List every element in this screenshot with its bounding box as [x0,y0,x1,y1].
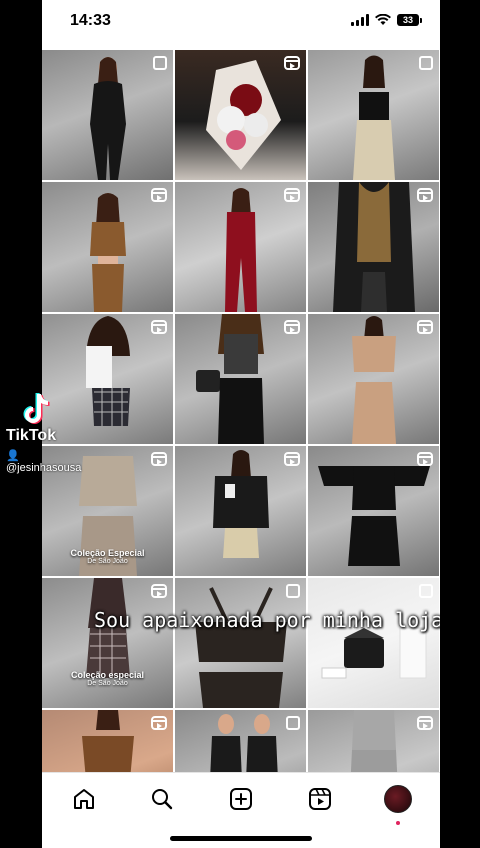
carousel-icon [153,56,167,70]
reel-icon [284,56,300,70]
carousel-icon [286,716,300,730]
search-icon [152,789,173,810]
grid-post-15[interactable] [308,578,439,708]
battery-level: 33 [397,14,419,26]
grid-post-3[interactable] [308,50,439,180]
post-photo [205,60,281,170]
tiktok-brand-text: TikTok [6,427,57,444]
reel-icon [417,320,433,334]
reel-icon [151,716,167,730]
home-icon [74,789,94,809]
caption-text: Sou apaixonada por minha loja [94,608,440,632]
post-photo [317,466,430,566]
grid-post-14[interactable] [175,578,306,708]
tiktok-logo-icon [23,393,50,424]
nav-profile[interactable] [384,785,412,825]
reels-icon [309,788,331,810]
grid-post-13[interactable]: Coleção especial De São João [42,578,173,708]
tiktok-username: 👤 @jesinhasousa [6,449,98,474]
reel-icon [417,452,433,466]
reel-icon [417,716,433,730]
grid-post-2[interactable] [175,50,306,180]
tiktok-watermark: TikTok 👤 @jesinhasousa [6,392,98,474]
status-bar: 14:33 33 [42,0,440,46]
carousel-icon [286,584,300,598]
post-photo [89,193,126,312]
promo-title: Coleção especial [70,670,145,680]
reel-icon [151,320,167,334]
instagram-profile-screen: 14:33 33 Coleção Especial De São João Co… [42,0,440,848]
nav-home[interactable] [70,785,98,813]
post-photo [224,188,257,312]
video-caption: Sou apaixonada por minha loja [94,608,440,632]
post-photo [195,314,264,444]
post-photo [332,182,415,312]
home-indicator [170,836,312,841]
grid-post-5[interactable] [175,182,306,312]
tiktok-username-text: @jesinhasousa [6,462,82,474]
promo-label: Coleção especial De São João [42,670,173,687]
grid-post-4[interactable] [42,182,173,312]
user-icon: 👤 [6,450,20,462]
post-photo [89,57,126,180]
grid-post-9[interactable] [308,314,439,444]
reel-icon [284,320,300,334]
nav-reels[interactable] [306,785,334,813]
reel-icon [284,188,300,202]
reel-icon [151,188,167,202]
battery-icon: 33 [397,14,422,26]
promo-label: Coleção Especial De São João [42,548,173,565]
notification-dot [396,821,400,825]
grid-post-1[interactable] [42,50,173,180]
reel-icon [284,452,300,466]
nav-search[interactable] [148,785,176,813]
carousel-icon [419,56,433,70]
grid-post-12[interactable] [308,446,439,576]
reel-icon [151,452,167,466]
promo-subtitle: De São João [87,680,128,687]
post-photo [85,578,130,678]
promo-title: Coleção Especial [70,548,145,558]
post-photo [194,587,287,708]
grid-post-11[interactable] [175,446,306,576]
reel-icon [417,188,433,202]
profile-post-grid: Coleção Especial De São João Coleção espe… [42,50,440,840]
status-time: 14:33 [70,12,111,29]
create-post-icon [230,788,252,810]
reel-icon [151,584,167,598]
wifi-icon [375,14,391,25]
grid-post-8[interactable] [175,314,306,444]
post-photo [351,316,396,444]
post-photo [352,55,395,180]
grid-post-6[interactable] [308,182,439,312]
cellular-signal-icon [351,14,369,26]
profile-avatar [384,785,412,813]
status-icons: 33 [351,14,422,26]
nav-create[interactable] [227,785,255,813]
post-photo [212,450,269,558]
promo-subtitle: De São João [87,558,128,565]
carousel-icon [419,584,433,598]
